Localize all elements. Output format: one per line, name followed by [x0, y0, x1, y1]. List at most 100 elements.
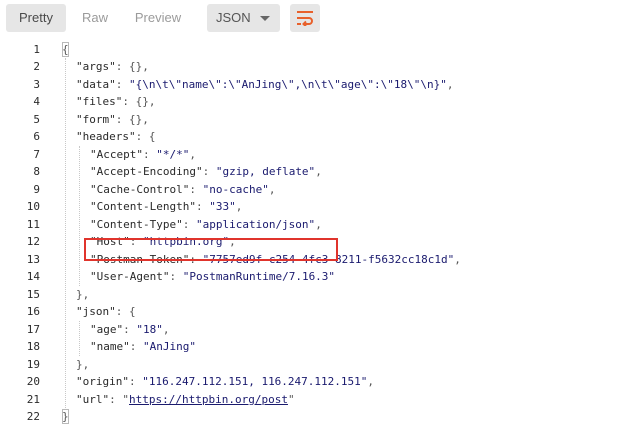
line-number: 11: [26, 217, 40, 231]
line-number: 1: [33, 42, 40, 56]
json-key: "json": [76, 305, 116, 318]
code-line: "origin": "116.247.112.151, 116.247.112.…: [76, 373, 374, 391]
json-punctuation: :: [142, 147, 157, 161]
json-url-link[interactable]: https://httpbin.org/post: [129, 393, 288, 406]
json-punctuation: :: [195, 200, 210, 213]
json-string: "no-cache": [202, 182, 269, 196]
indent-guide: [65, 58, 66, 408]
json-punctuation: : {},: [115, 60, 149, 73]
json-punctuation: :: [169, 270, 183, 283]
json-punctuation: : {: [115, 305, 136, 318]
json-string: "PostmanRuntime/7.16.3": [182, 270, 336, 283]
json-punctuation: },: [76, 357, 90, 371]
code-line: "files": {},: [76, 93, 155, 111]
code-line: "url": "https://httpbin.org/post": [76, 391, 295, 409]
json-string: "116.247.112.151, 116.247.112.151": [142, 375, 368, 388]
line-number: 2: [33, 60, 40, 73]
line-number: 8: [33, 165, 40, 178]
code-line: },: [76, 356, 89, 374]
line-number: 22: [26, 410, 40, 423]
json-string: "33": [209, 200, 236, 213]
json-punctuation: ,: [189, 147, 196, 161]
tab-raw[interactable]: Raw: [70, 4, 120, 32]
json-punctuation: : {},: [115, 112, 149, 126]
json-key: "data": [76, 77, 116, 91]
response-toolbar: Pretty Raw Preview JSON: [0, 0, 620, 38]
json-key: "age": [90, 322, 124, 336]
json-key: "files": [76, 95, 123, 108]
code-line: "Cache-Control": "no-cache",: [90, 181, 275, 199]
json-key: "Cache-Control": [90, 182, 190, 196]
wrap-lines-icon: [297, 11, 313, 26]
code-line: "age": "18",: [90, 321, 170, 339]
indent-guide: [79, 145, 80, 286]
json-punctuation: ,: [446, 77, 454, 91]
line-number: 17: [26, 322, 40, 336]
line-number: 13: [26, 252, 40, 266]
json-punctuation: :: [128, 375, 143, 388]
indent-guide: [79, 320, 80, 356]
line-number: 12: [26, 235, 40, 248]
json-punctuation: :: [123, 322, 137, 336]
code-line: "Content-Type": "application/json",: [90, 216, 322, 234]
format-dropdown[interactable]: JSON: [207, 4, 280, 32]
json-punctuation: ,: [454, 252, 461, 266]
code-line: "Content-Length": "33",: [90, 198, 242, 216]
json-string: "AnJing": [143, 340, 196, 353]
json-key: "form": [76, 112, 116, 126]
json-punctuation: :: [202, 165, 216, 178]
json-punctuation: :: [182, 217, 196, 231]
tab-preview[interactable]: Preview: [124, 4, 192, 32]
json-string: "{\n\t\"name\":\"AnJing\",\n\t\"age\":\"…: [129, 77, 447, 91]
line-number: 16: [26, 305, 40, 318]
matching-bracket-highlight: [62, 409, 69, 424]
json-punctuation: :: [109, 392, 123, 406]
code-line: },: [76, 286, 89, 304]
format-dropdown-label: JSON: [216, 10, 251, 25]
json-key: "Content-Type": [90, 217, 183, 231]
json-punctuation: ,: [235, 200, 243, 213]
json-key: "headers": [76, 130, 136, 143]
json-code-area: {"args": {}, "data": "{\n\t\"name\":\"AnJ…: [62, 38, 618, 424]
json-punctuation: :: [189, 182, 203, 196]
line-number: 7: [33, 147, 40, 161]
json-punctuation: ": [122, 392, 129, 406]
content-type-highlight-box: [84, 238, 338, 261]
json-punctuation: },: [76, 287, 90, 301]
line-number: 15: [26, 287, 40, 301]
code-line: "args": {},: [76, 58, 149, 76]
json-punctuation: :: [129, 340, 143, 353]
chevron-down-icon: [260, 16, 270, 21]
line-number: 14: [26, 270, 40, 283]
json-key: "Accept": [90, 147, 143, 161]
code-line: "Accept-Encoding": "gzip, deflate",: [90, 163, 322, 181]
json-key: "User-Agent": [90, 270, 170, 283]
tab-pretty[interactable]: Pretty: [6, 4, 66, 32]
line-number: 18: [26, 340, 40, 353]
response-body-editor[interactable]: 1 2 3 4 5 6 7 8 9 10 11 12 13 14 15 16 17 18 19 20 21 22 {"ar…: [0, 38, 620, 424]
json-punctuation: : {: [135, 130, 156, 143]
json-key: "url": [76, 392, 110, 406]
code-line: "form": {},: [76, 111, 149, 129]
line-number: 5: [33, 112, 40, 126]
code-line: "data": "{\n\t\"name\":\"AnJing\",\n\t\"…: [76, 76, 454, 94]
code-line: "json": {: [76, 303, 136, 321]
json-punctuation: ,: [315, 217, 322, 231]
code-line: "name": "AnJing": [90, 338, 196, 356]
line-number: 9: [33, 182, 40, 196]
line-number: 19: [26, 357, 40, 371]
json-string: "18": [136, 322, 163, 336]
line-number: 21: [26, 392, 40, 406]
line-number: 4: [33, 95, 40, 108]
json-punctuation: : {},: [122, 95, 156, 108]
json-string: "application/json": [195, 217, 316, 231]
line-number: 3: [33, 77, 40, 91]
code-line: "headers": {: [76, 128, 155, 146]
json-punctuation: :: [115, 77, 129, 91]
json-punctuation: ,: [315, 165, 322, 178]
json-key: "origin": [76, 375, 129, 388]
line-number-gutter: 1 2 3 4 5 6 7 8 9 10 11 12 13 14 15 16 17 18 19 20 21 22: [0, 38, 58, 424]
wrap-lines-button[interactable]: [290, 4, 320, 32]
json-key: "args": [76, 60, 116, 73]
code-line: "User-Agent": "PostmanRuntime/7.16.3": [90, 268, 335, 286]
